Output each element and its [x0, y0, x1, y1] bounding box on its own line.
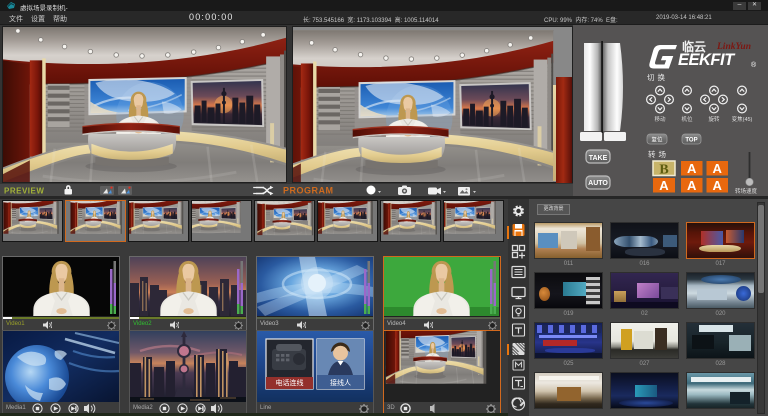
svg-text:TOP: TOP — [685, 138, 697, 144]
svg-text:AUTO: AUTO — [588, 180, 608, 187]
svg-text:PREVIEW: PREVIEW — [4, 187, 44, 196]
svg-text:A: A — [659, 178, 669, 193]
svg-text:PROGRAM: PROGRAM — [283, 186, 334, 196]
svg-text:旋转: 旋转 — [708, 115, 720, 123]
svg-text:机位: 机位 — [681, 115, 693, 123]
svg-text:转场: 转场 — [648, 149, 669, 159]
svg-text:TAKE: TAKE — [589, 155, 608, 162]
svg-text:接线人: 接线人 — [330, 378, 351, 387]
svg-text:电话连线: 电话连线 — [276, 378, 304, 387]
svg-text:®: ® — [751, 61, 757, 69]
svg-text:移动: 移动 — [654, 115, 666, 123]
svg-text:A: A — [713, 161, 723, 176]
svg-text:转场速度: 转场速度 — [735, 187, 758, 195]
svg-text:A: A — [687, 178, 697, 193]
svg-text:变焦(45): 变焦(45) — [732, 115, 753, 123]
svg-text:切换: 切换 — [647, 72, 668, 82]
svg-text:EEKFIT: EEKFIT — [678, 51, 736, 69]
svg-text:A: A — [713, 178, 723, 193]
svg-text:复位: 复位 — [651, 136, 663, 144]
svg-text:A: A — [687, 161, 697, 176]
svg-text:B: B — [659, 163, 668, 178]
